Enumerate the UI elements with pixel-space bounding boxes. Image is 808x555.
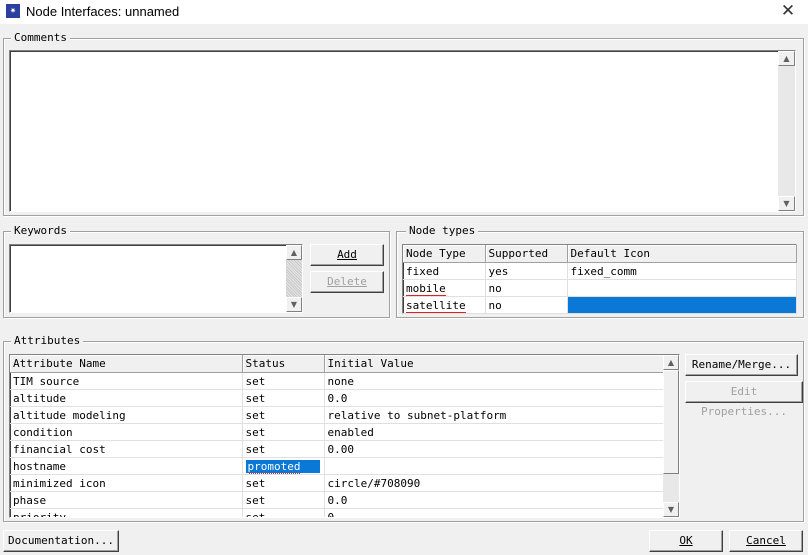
scroll-up-icon[interactable]: ▲ xyxy=(663,355,679,370)
col-node-type[interactable]: Node Type xyxy=(403,245,486,263)
attr-status-selected[interactable]: promoted xyxy=(242,457,325,475)
attr-value[interactable]: 0.0 xyxy=(324,491,664,509)
attr-name[interactable]: hostname xyxy=(10,457,243,475)
edit-properties-button[interactable]: Edit Properties... xyxy=(685,381,803,418)
ok-button[interactable]: OK xyxy=(649,530,723,552)
keywords-scrollbar[interactable]: ▲ ▼ xyxy=(286,245,302,312)
node-type-cell[interactable]: fixed xyxy=(403,262,486,280)
scroll-thumb[interactable] xyxy=(663,370,679,474)
title-bar: ✷ Node Interfaces: unnamed ✕ xyxy=(0,0,808,24)
status-dropdown[interactable]: promoted xyxy=(244,458,321,474)
attr-status[interactable]: set xyxy=(242,406,325,424)
attr-name[interactable]: financial cost xyxy=(10,440,243,458)
node-types-label: Node types xyxy=(406,224,479,237)
table-row[interactable]: phase set 0.0 xyxy=(10,491,664,509)
attributes-scrollbar[interactable]: ▲ ▼ xyxy=(663,355,679,517)
cancel-button[interactable]: Cancel xyxy=(729,530,803,552)
col-attribute-name[interactable]: Attribute Name xyxy=(10,355,243,373)
attr-value[interactable]: circle/#708090 xyxy=(324,474,664,492)
table-row[interactable]: satellite no xyxy=(403,296,797,314)
table-row[interactable]: minimized icon set circle/#708090 xyxy=(10,474,664,492)
default-icon-cell[interactable]: fixed_comm xyxy=(567,262,797,280)
attributes-label: Attributes xyxy=(11,334,84,347)
table-row[interactable]: hostname promoted xyxy=(10,457,664,475)
attr-status[interactable]: set xyxy=(242,508,325,517)
col-initial-value[interactable]: Initial Value xyxy=(324,355,664,373)
delete-keyword-button[interactable]: Delete xyxy=(310,271,384,293)
supported-cell[interactable]: yes xyxy=(485,262,568,280)
table-row[interactable]: priority set 0 xyxy=(10,508,664,517)
scroll-up-icon[interactable]: ▲ xyxy=(286,245,302,260)
attr-name[interactable]: phase xyxy=(10,491,243,509)
node-types-table[interactable]: Node Type Supported Default Icon fixed y… xyxy=(402,244,797,314)
app-icon: ✷ xyxy=(6,4,20,18)
table-row[interactable]: condition set enabled xyxy=(10,423,664,441)
documentation-button[interactable]: Documentation... xyxy=(3,530,119,552)
attr-status[interactable]: set xyxy=(242,440,325,458)
attr-value[interactable]: 0 xyxy=(324,508,664,517)
attr-name[interactable]: condition xyxy=(10,423,243,441)
node-type-cell[interactable]: mobile xyxy=(403,279,486,297)
attributes-table[interactable]: Attribute Name Status Initial Value TIM … xyxy=(9,354,680,518)
attr-name[interactable]: altitude xyxy=(10,389,243,407)
col-default-icon[interactable]: Default Icon xyxy=(567,245,797,263)
supported-cell[interactable]: no xyxy=(485,279,568,297)
attr-value[interactable] xyxy=(324,457,664,475)
table-row[interactable]: mobile no xyxy=(403,279,797,297)
attr-name[interactable]: TIM source xyxy=(10,372,243,390)
table-row[interactable]: financial cost set 0.00 xyxy=(10,440,664,458)
attr-value[interactable]: 0.0 xyxy=(324,389,664,407)
attr-status[interactable]: set xyxy=(242,389,325,407)
keywords-label: Keywords xyxy=(11,224,70,237)
attr-status[interactable]: set xyxy=(242,474,325,492)
node-type-cell[interactable]: satellite xyxy=(403,296,486,314)
scroll-down-icon[interactable]: ▼ xyxy=(663,502,679,517)
scroll-down-icon[interactable]: ▼ xyxy=(286,297,302,312)
table-row[interactable]: altitude set 0.0 xyxy=(10,389,664,407)
keywords-list[interactable]: ▲ ▼ xyxy=(9,244,303,313)
add-keyword-button[interactable]: Add xyxy=(310,244,384,266)
col-status[interactable]: Status xyxy=(242,355,325,373)
comments-scrollbar[interactable]: ▲ ▼ xyxy=(778,51,795,211)
table-row[interactable]: TIM source set none xyxy=(10,372,664,390)
close-icon[interactable]: ✕ xyxy=(768,0,808,24)
attr-value[interactable]: none xyxy=(324,372,664,390)
window-title: Node Interfaces: unnamed xyxy=(26,4,180,19)
table-row[interactable]: fixed yes fixed_comm xyxy=(403,262,797,280)
supported-cell[interactable]: no xyxy=(485,296,568,314)
scroll-up-icon[interactable]: ▲ xyxy=(778,51,795,66)
attr-status[interactable]: set xyxy=(242,491,325,509)
attr-name[interactable]: altitude modeling xyxy=(10,406,243,424)
scroll-down-icon[interactable]: ▼ xyxy=(778,196,795,211)
attr-value[interactable]: enabled xyxy=(324,423,664,441)
attr-name[interactable]: minimized icon xyxy=(10,474,243,492)
attr-name[interactable]: priority xyxy=(10,508,243,517)
comments-label: Comments xyxy=(11,31,70,44)
attr-value[interactable]: relative to subnet-platform xyxy=(324,406,664,424)
default-icon-cell-selected[interactable] xyxy=(567,296,797,314)
comments-textarea[interactable]: ▲ ▼ xyxy=(9,50,796,212)
attr-status[interactable]: set xyxy=(242,372,325,390)
attr-status[interactable]: set xyxy=(242,423,325,441)
default-icon-cell[interactable] xyxy=(567,279,797,297)
attr-value[interactable]: 0.00 xyxy=(324,440,664,458)
col-supported[interactable]: Supported xyxy=(485,245,568,263)
rename-merge-button[interactable]: Rename/Merge... xyxy=(685,354,798,376)
table-row[interactable]: altitude modeling set relative to subnet-p… xyxy=(10,406,664,424)
